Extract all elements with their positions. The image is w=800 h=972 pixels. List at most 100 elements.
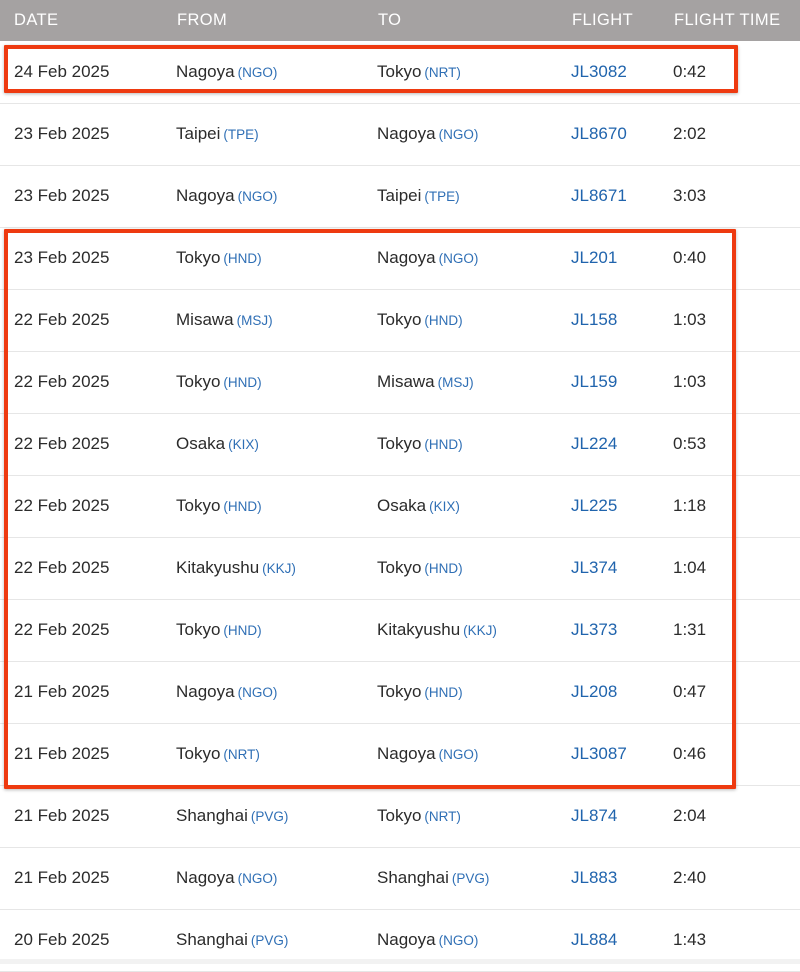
cell-flight-time: 0:53 [673, 413, 800, 476]
origin-airport-code: (NGO) [237, 871, 278, 886]
cell-date: 24 Feb 2025 [0, 41, 176, 104]
destination-city: Nagoya [377, 124, 436, 143]
table-row[interactable]: 22 Feb 2025 Tokyo (HND) Misawa (MSJ) JL159 1:0… [0, 351, 800, 414]
cell-date: 23 Feb 2025 [0, 227, 176, 290]
table-row[interactable]: 21 Feb 2025 Shanghai (PVG) Tokyo (NRT) JL874 2… [0, 785, 800, 848]
table-row[interactable]: 22 Feb 2025 Kitakyushu (KKJ) Tokyo (HND) JL37… [0, 537, 800, 600]
origin-airport-code: (HND) [223, 499, 262, 514]
column-header-to[interactable]: TO [377, 0, 571, 41]
destination-city: Kitakyushu [377, 620, 461, 639]
origin-city: Shanghai [176, 806, 248, 825]
table-row[interactable]: 23 Feb 2025 Nagoya (NGO) Taipei (TPE) JL8671 3… [0, 165, 800, 228]
table-row[interactable]: 22 Feb 2025 Misawa (MSJ) Tokyo (HND) JL158 1:0… [0, 289, 800, 352]
destination-airport-code: (NGO) [438, 933, 479, 948]
cell-from: Taipei (TPE) [176, 103, 377, 166]
cell-flight: JL3082 [571, 41, 673, 104]
cell-flight-time: 1:03 [673, 351, 800, 414]
flight-number-link[interactable]: JL224 [571, 434, 617, 453]
origin-city: Nagoya [176, 682, 235, 701]
origin-city: Misawa [176, 310, 234, 329]
table-row[interactable]: 21 Feb 2025 Nagoya (NGO) Shanghai (PVG) JL883… [0, 847, 800, 910]
destination-airport-code: (HND) [424, 561, 463, 576]
table-body: 24 Feb 2025 Nagoya (NGO) Tokyo (NRT) JL3082 0:… [0, 41, 800, 972]
cell-flight: JL874 [571, 785, 673, 848]
table-row[interactable]: 23 Feb 2025 Taipei (TPE) Nagoya (NGO) JL8670 2… [0, 103, 800, 166]
origin-city: Nagoya [176, 186, 235, 205]
origin-airport-code: (NRT) [223, 747, 260, 762]
cell-flight: JL883 [571, 847, 673, 910]
destination-airport-code: (HND) [424, 437, 463, 452]
destination-city: Nagoya [377, 930, 436, 949]
flight-number-link[interactable]: JL3087 [571, 744, 627, 763]
cell-date: 22 Feb 2025 [0, 537, 176, 600]
destination-city: Nagoya [377, 744, 436, 763]
cell-from: Tokyo (HND) [176, 351, 377, 414]
flight-number-link[interactable]: JL874 [571, 806, 617, 825]
flight-number-link[interactable]: JL884 [571, 930, 617, 949]
destination-city: Taipei [377, 186, 422, 205]
cell-from: Nagoya (NGO) [176, 41, 377, 104]
cell-flight-time: 0:46 [673, 723, 800, 786]
cell-flight: JL3087 [571, 723, 673, 786]
column-header-flight[interactable]: FLIGHT [571, 0, 673, 41]
cell-from: Tokyo (HND) [176, 475, 377, 538]
cell-date: 22 Feb 2025 [0, 413, 176, 476]
cell-flight: JL373 [571, 599, 673, 662]
flight-number-link[interactable]: JL158 [571, 310, 617, 329]
destination-airport-code: (NGO) [438, 251, 479, 266]
cell-from: Nagoya (NGO) [176, 847, 377, 910]
origin-city: Tokyo [176, 496, 221, 515]
table-row[interactable]: 21 Feb 2025 Nagoya (NGO) Tokyo (HND) JL208 0:4… [0, 661, 800, 724]
column-header-from[interactable]: FROM [176, 0, 377, 41]
destination-airport-code: (NRT) [424, 64, 461, 80]
flight-number-link[interactable]: JL3082 [571, 62, 627, 81]
cell-to: Shanghai (PVG) [377, 847, 571, 910]
table-row[interactable]: 22 Feb 2025 Tokyo (HND) Kitakyushu (KKJ) JL37… [0, 599, 800, 662]
cell-date: 22 Feb 2025 [0, 475, 176, 538]
origin-city: Nagoya [176, 61, 235, 81]
destination-airport-code: (NGO) [438, 127, 479, 142]
cell-flight-time: 1:04 [673, 537, 800, 600]
destination-airport-code: (PVG) [451, 871, 490, 886]
flight-number-link[interactable]: JL374 [571, 558, 617, 577]
destination-airport-code: (KIX) [429, 499, 460, 514]
cell-to: Nagoya (NGO) [377, 723, 571, 786]
destination-city: Nagoya [377, 248, 436, 267]
origin-airport-code: (HND) [223, 251, 262, 266]
table-row[interactable]: 22 Feb 2025 Tokyo (HND) Osaka (KIX) JL225 1:18 [0, 475, 800, 538]
cell-to: Taipei (TPE) [377, 165, 571, 228]
table-row[interactable]: 22 Feb 2025 Osaka (KIX) Tokyo (HND) JL224 0:53 [0, 413, 800, 476]
flight-number-link[interactable]: JL373 [571, 620, 617, 639]
column-header-date[interactable]: DATE [0, 0, 176, 41]
origin-airport-code: (PVG) [250, 809, 289, 824]
flight-number-link[interactable]: JL8670 [571, 124, 627, 143]
table-header: DATE FROM TO FLIGHT FLIGHT TIME [0, 0, 800, 41]
cell-date: 21 Feb 2025 [0, 661, 176, 724]
origin-city: Nagoya [176, 868, 235, 887]
flight-number-link[interactable]: JL225 [571, 496, 617, 515]
flight-number-link[interactable]: JL201 [571, 248, 617, 267]
cell-from: Nagoya (NGO) [176, 661, 377, 724]
table-row[interactable]: 23 Feb 2025 Tokyo (HND) Nagoya (NGO) JL201 0:4… [0, 227, 800, 290]
cell-date: 22 Feb 2025 [0, 351, 176, 414]
flight-number-link[interactable]: JL208 [571, 682, 617, 701]
destination-airport-code: (HND) [424, 685, 463, 700]
cell-flight-time: 0:42 [673, 41, 800, 104]
flight-number-link[interactable]: JL159 [571, 372, 617, 391]
cell-flight: JL8671 [571, 165, 673, 228]
origin-city: Tokyo [176, 372, 221, 391]
cell-flight: JL208 [571, 661, 673, 724]
cell-from: Osaka (KIX) [176, 413, 377, 476]
table-row[interactable]: 21 Feb 2025 Tokyo (NRT) Nagoya (NGO) JL3087 0:… [0, 723, 800, 786]
cell-to: Tokyo (HND) [377, 537, 571, 600]
flight-number-link[interactable]: JL883 [571, 868, 617, 887]
cell-from: Misawa (MSJ) [176, 289, 377, 352]
origin-airport-code: (KKJ) [262, 561, 296, 576]
origin-airport-code: (HND) [223, 375, 262, 390]
column-header-flight-time[interactable]: FLIGHT TIME [673, 0, 800, 41]
cell-from: Tokyo (NRT) [176, 723, 377, 786]
table-row[interactable]: 24 Feb 2025 Nagoya (NGO) Tokyo (NRT) JL3082 0:… [0, 41, 800, 104]
cell-to: Tokyo (HND) [377, 289, 571, 352]
cell-flight: JL225 [571, 475, 673, 538]
flight-number-link[interactable]: JL8671 [571, 186, 627, 205]
